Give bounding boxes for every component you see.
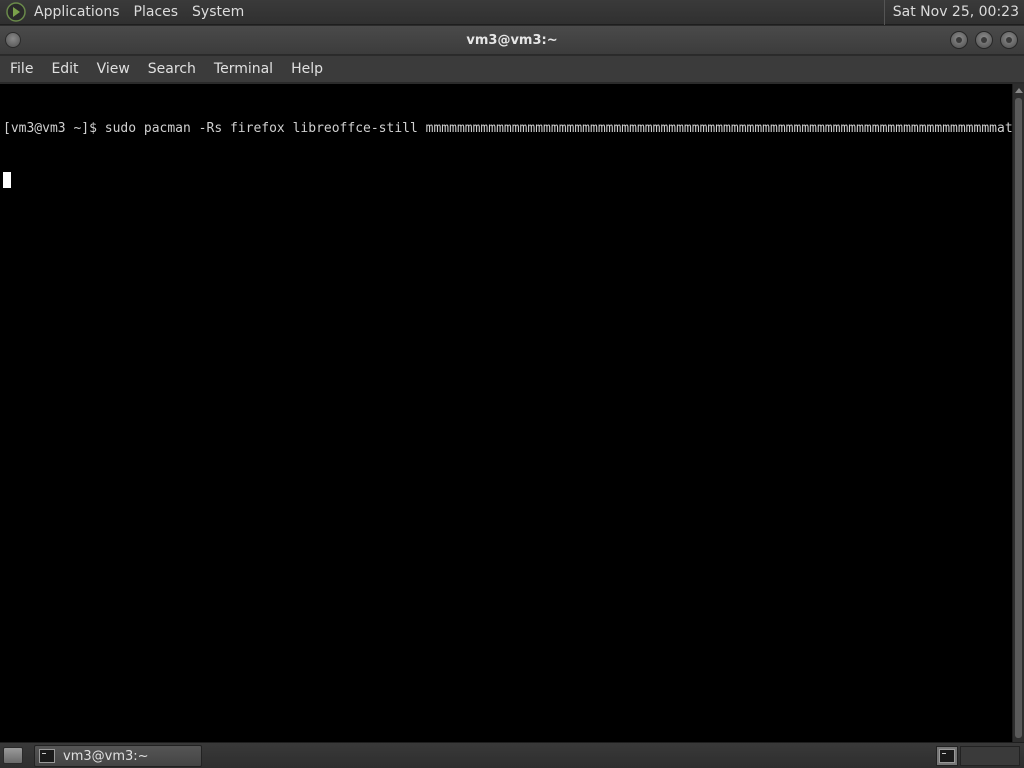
- menu-help[interactable]: Help: [283, 56, 331, 83]
- show-desktop-icon[interactable]: [3, 747, 23, 764]
- bottom-panel: vm3@vm3:~: [0, 742, 1024, 768]
- applications-menu[interactable]: Applications: [34, 0, 127, 25]
- scroll-thumb[interactable]: [1015, 98, 1022, 738]
- menu-terminal[interactable]: Terminal: [206, 56, 281, 83]
- menu-search[interactable]: Search: [140, 56, 204, 83]
- menu-edit[interactable]: Edit: [43, 56, 86, 83]
- terminal-output[interactable]: [vm3@vm3 ~]$ sudo pacman -Rs firefox lib…: [0, 84, 1012, 742]
- taskbar-button-terminal[interactable]: vm3@vm3:~: [34, 745, 202, 767]
- cursor-line: [3, 171, 1012, 188]
- close-button[interactable]: [1000, 31, 1018, 49]
- window-titlebar[interactable]: vm3@vm3:~: [0, 26, 1024, 55]
- top-panel: Applications Places System Sat Nov 25, 0…: [0, 0, 1024, 25]
- text-cursor: [3, 172, 11, 188]
- window-title: vm3@vm3:~: [466, 33, 558, 48]
- system-menu[interactable]: System: [192, 0, 251, 25]
- menu-file[interactable]: File: [2, 56, 41, 83]
- workspace-1[interactable]: [936, 746, 958, 766]
- terminal-icon: [39, 749, 55, 763]
- minimize-button[interactable]: [950, 31, 968, 49]
- menubar: File Edit View Search Terminal Help: [0, 56, 1024, 83]
- clock[interactable]: Sat Nov 25, 00:23: [883, 0, 1019, 25]
- maximize-button[interactable]: [975, 31, 993, 49]
- workspace-2[interactable]: [960, 746, 1020, 766]
- terminal-line: [vm3@vm3 ~]$ sudo pacman -Rs firefox lib…: [3, 121, 1012, 136]
- taskbar-button-label: vm3@vm3:~: [63, 748, 149, 764]
- menu-view[interactable]: View: [89, 56, 138, 83]
- places-menu[interactable]: Places: [134, 0, 186, 25]
- scroll-up-icon[interactable]: [1015, 88, 1023, 93]
- mate-logo-icon[interactable]: [5, 1, 27, 23]
- workspace-window-icon: [939, 749, 955, 763]
- terminal-scrollbar[interactable]: [1012, 84, 1024, 742]
